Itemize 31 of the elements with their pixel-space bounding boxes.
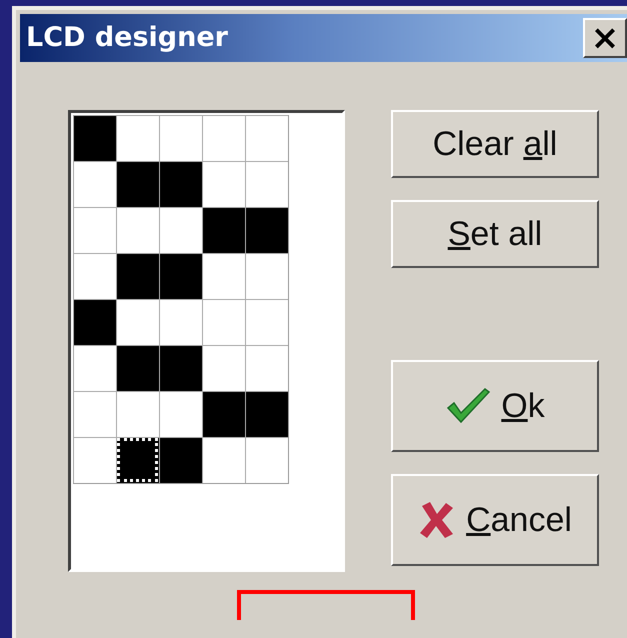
pixel-cell[interactable] [116, 345, 159, 391]
pixel-cell[interactable] [73, 391, 116, 437]
pixel-cell[interactable] [116, 437, 159, 483]
pixel-cell[interactable] [116, 253, 159, 299]
pixel-cell[interactable] [245, 253, 288, 299]
pixel-cell[interactable] [202, 253, 245, 299]
pixel-cell[interactable] [245, 437, 288, 483]
close-button[interactable]: × [583, 18, 627, 58]
pixel-cell[interactable] [202, 391, 245, 437]
pixel-cell[interactable] [245, 115, 288, 161]
dialog-button[interactable]: Clear all [391, 110, 599, 178]
checkmark-icon [445, 386, 492, 426]
pixel-cell[interactable] [159, 345, 202, 391]
pixel-cell[interactable] [73, 115, 116, 161]
pixel-cell[interactable] [73, 207, 116, 253]
dialog-button[interactable]: Set all [391, 200, 599, 268]
ok-button[interactable]: Ok [391, 360, 599, 452]
pixel-cell[interactable] [159, 161, 202, 207]
pixel-cell[interactable] [245, 207, 288, 253]
pixel-cell[interactable] [202, 437, 245, 483]
pixel-cell[interactable] [116, 161, 159, 207]
pixel-cell[interactable] [245, 299, 288, 345]
window-title: LCD designer [26, 20, 228, 55]
pixel-cell[interactable] [73, 299, 116, 345]
pixel-cell[interactable] [202, 115, 245, 161]
pixel-cell[interactable] [159, 253, 202, 299]
cancel-button[interactable]: Cancel [391, 474, 599, 566]
pixel-cell[interactable] [245, 391, 288, 437]
pixel-cell[interactable] [159, 437, 202, 483]
pixel-cell[interactable] [202, 299, 245, 345]
pixel-cell[interactable] [202, 207, 245, 253]
